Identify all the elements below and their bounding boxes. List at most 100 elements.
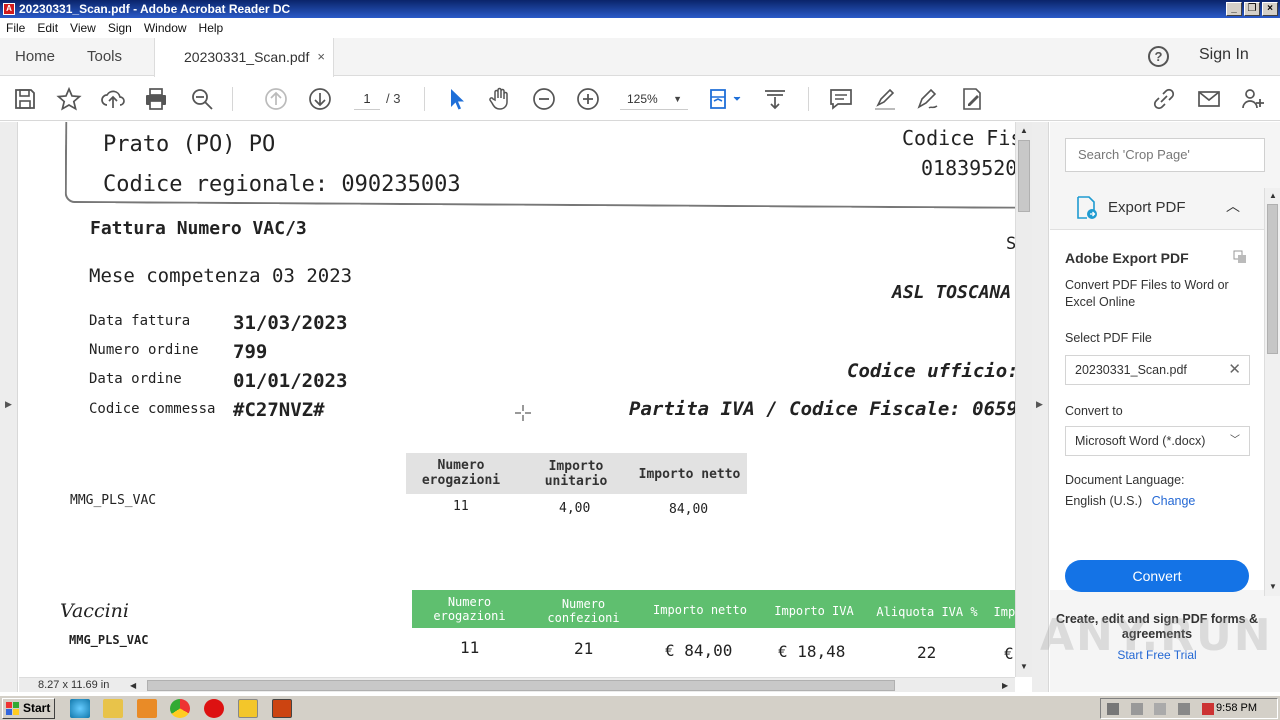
tab-close-icon[interactable]: ×: [317, 38, 325, 76]
menu-bar: File Edit View Sign Window Help: [0, 18, 1280, 38]
export-card: Adobe Export PDF Convert PDF Files to Wo…: [1050, 230, 1264, 592]
convert-format-select[interactable]: Microsoft Word (*.docx) ﹀: [1065, 426, 1250, 456]
copy-icon[interactable]: [1233, 250, 1247, 264]
start-button[interactable]: Start: [2, 698, 55, 719]
add-user-icon[interactable]: [1240, 86, 1266, 112]
scrollbar-thumb[interactable]: [1018, 140, 1030, 212]
previous-page-icon[interactable]: [263, 86, 289, 112]
doc-codice-fiscale-value: 01839520: [921, 156, 1015, 180]
system-tray: 9:58 PM: [1100, 698, 1278, 719]
table1-row-label: MMG_PLS_VAC: [70, 493, 157, 508]
change-language-link[interactable]: Change: [1152, 494, 1196, 508]
close-button[interactable]: ×: [1262, 2, 1278, 16]
search-input[interactable]: Search 'Crop Page': [1065, 138, 1265, 172]
zoom-select[interactable]: 125% ▼: [620, 88, 688, 110]
scroll-left-icon[interactable]: ◀: [130, 681, 136, 690]
scroll-down-icon[interactable]: ▼: [1269, 582, 1277, 591]
zoom-search-icon[interactable]: [189, 86, 215, 112]
media-player-icon[interactable]: [137, 699, 157, 718]
fit-page-icon[interactable]: [708, 86, 744, 112]
table1-header-cell: Importo netto: [638, 467, 741, 482]
comment-icon[interactable]: [828, 86, 854, 112]
explorer-folder-icon[interactable]: [103, 699, 123, 718]
select-cursor-icon[interactable]: [443, 86, 469, 112]
tray-display-icon[interactable]: [1154, 703, 1166, 715]
right-panel-toggle[interactable]: ▶: [1032, 122, 1049, 692]
tray-alert-icon[interactable]: [1202, 703, 1214, 715]
running-app-icon[interactable]: [238, 699, 258, 718]
email-icon[interactable]: [1196, 86, 1222, 112]
ie-icon[interactable]: [70, 699, 90, 718]
table2-header-cell: Impo: [993, 605, 1015, 619]
table2-header: Numero erogazioni Numero confezioni Impo…: [412, 590, 1015, 628]
table1-header-cell: Importo unitario: [544, 459, 608, 489]
scrollbar-thumb[interactable]: [147, 680, 895, 691]
vertical-scrollbar[interactable]: ▲ ▼: [1015, 122, 1032, 677]
selected-file-field[interactable]: 20230331_Scan.pdf ✕: [1065, 355, 1250, 385]
edit-pdf-icon[interactable]: [959, 86, 985, 112]
acrobat-taskbar-icon[interactable]: [272, 699, 292, 718]
export-pdf-icon: [1077, 196, 1097, 219]
chevron-up-icon[interactable]: ︿: [1226, 196, 1240, 216]
doc-prato: Prato (PO) PO: [103, 132, 276, 157]
convert-format-value: Microsoft Word (*.docx): [1075, 434, 1206, 448]
scroll-right-icon[interactable]: ▶: [1002, 681, 1008, 690]
menu-sign[interactable]: Sign: [108, 21, 132, 35]
menu-view[interactable]: View: [70, 21, 96, 35]
print-icon[interactable]: [143, 86, 169, 112]
minimize-button[interactable]: _: [1226, 2, 1242, 16]
table1-header: Numero erogazioni Importo unitario Impor…: [406, 453, 747, 494]
zoom-in-icon[interactable]: [575, 86, 601, 112]
table2-cell: 11: [460, 638, 480, 657]
remove-file-icon[interactable]: ✕: [1228, 356, 1241, 384]
horizontal-scrollbar[interactable]: 8.27 x 11.69 in ◀ ▶: [19, 677, 1015, 692]
tray-volume-icon[interactable]: [1178, 703, 1190, 715]
highlight-pen-icon[interactable]: [872, 86, 898, 112]
scrollbar-thumb[interactable]: [1267, 204, 1278, 354]
doc-field-value: 799: [233, 341, 268, 363]
page-number-input[interactable]: 1: [354, 88, 380, 110]
menu-file[interactable]: File: [6, 21, 25, 35]
table2-header-cell: Numero confezioni: [547, 597, 620, 625]
hand-tool-icon[interactable]: [487, 86, 513, 112]
scroll-down-icon[interactable]: ▼: [1020, 662, 1028, 671]
left-panel-toggle[interactable]: ▶: [0, 122, 18, 692]
tab-document[interactable]: 20230331_Scan.pdf ×: [154, 38, 334, 77]
sign-pen-icon[interactable]: [915, 86, 941, 112]
restore-button[interactable]: ❐: [1244, 2, 1260, 16]
title-bar: A 20230331_Scan.pdf - Adobe Acrobat Read…: [0, 0, 1280, 18]
tab-tools[interactable]: Tools: [87, 38, 122, 76]
tray-arrow-icon[interactable]: [1107, 703, 1119, 715]
table2-header-cell: Importo netto: [653, 603, 747, 617]
menu-window[interactable]: Window: [144, 21, 187, 35]
next-page-icon[interactable]: [307, 86, 333, 112]
save-icon[interactable]: [12, 86, 38, 112]
scroll-up-icon[interactable]: ▲: [1020, 126, 1028, 135]
export-pdf-label: Export PDF: [1108, 199, 1186, 216]
bookmark-star-icon[interactable]: [56, 86, 82, 112]
scroll-up-icon[interactable]: ▲: [1269, 191, 1277, 200]
doc-codice-ufficio: Codice ufficio:: [847, 360, 1015, 382]
document-viewport[interactable]: Prato (PO) PO Codice regionale: 09023500…: [19, 122, 1015, 677]
opera-icon[interactable]: [204, 699, 224, 718]
zoom-out-icon[interactable]: [531, 86, 557, 112]
table2-header-cell: Importo IVA: [774, 604, 854, 618]
sign-in-link[interactable]: Sign In: [1199, 46, 1249, 64]
doc-mese-competenza: Mese competenza 03 2023: [89, 265, 353, 287]
crosshair-cursor-icon: [515, 405, 531, 421]
help-icon[interactable]: ?: [1148, 46, 1169, 67]
panel-scrollbar[interactable]: ▲ ▼: [1264, 188, 1280, 596]
menu-help[interactable]: Help: [199, 21, 224, 35]
select-pdf-file-link[interactable]: Select PDF File: [1065, 331, 1152, 345]
share-link-icon[interactable]: [1151, 86, 1177, 112]
tray-network-icon[interactable]: [1131, 703, 1143, 715]
chrome-icon[interactable]: [170, 699, 190, 718]
upload-cloud-icon[interactable]: [100, 86, 126, 112]
tab-home[interactable]: Home: [15, 38, 55, 76]
export-pdf-header[interactable]: Export PDF ︿: [1050, 186, 1264, 230]
menu-edit[interactable]: Edit: [37, 21, 58, 35]
doc-asl-toscana: ASL TOSCANA: [892, 282, 1012, 303]
scroll-mode-icon[interactable]: [762, 86, 788, 112]
doc-fattura-numero: Fattura Numero VAC/3: [90, 218, 307, 239]
convert-button[interactable]: Convert: [1065, 560, 1249, 592]
